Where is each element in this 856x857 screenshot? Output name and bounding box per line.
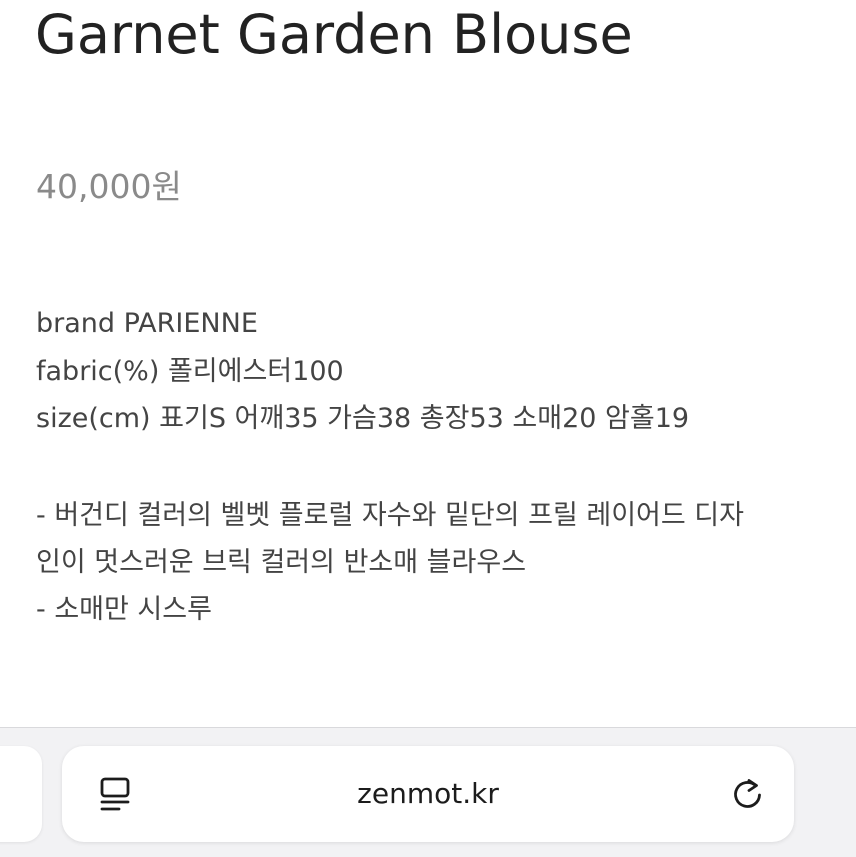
- fabric-line: fabric(%) 폴리에스터100: [36, 356, 344, 387]
- brand-line: brand PARIENNE: [36, 308, 258, 339]
- description-line-2: 인이 멋스러운 브릭 컬러의 반소매 블라우스: [36, 547, 527, 578]
- product-content: Garnet Garden Blouse 40,000원 brand PARIE…: [0, 0, 856, 728]
- previous-tab-card[interactable]: [0, 746, 42, 842]
- product-title: Garnet Garden Blouse: [35, 3, 633, 66]
- size-line: size(cm) 표기S 어깨35 가슴38 총장53 소매20 암홀19: [36, 403, 690, 434]
- browser-bottom-bar: zenmot.kr: [0, 727, 856, 857]
- description-line-1: - 버건디 컬러의 벨벳 플로럴 자수와 밑단의 프릴 레이어드 디자: [36, 500, 744, 531]
- reload-icon[interactable]: [728, 774, 768, 816]
- description-line-3: - 소매만 시스루: [36, 594, 212, 625]
- address-bar[interactable]: zenmot.kr: [62, 746, 794, 842]
- product-price: 40,000원: [36, 167, 182, 206]
- url-text[interactable]: zenmot.kr: [62, 776, 794, 812]
